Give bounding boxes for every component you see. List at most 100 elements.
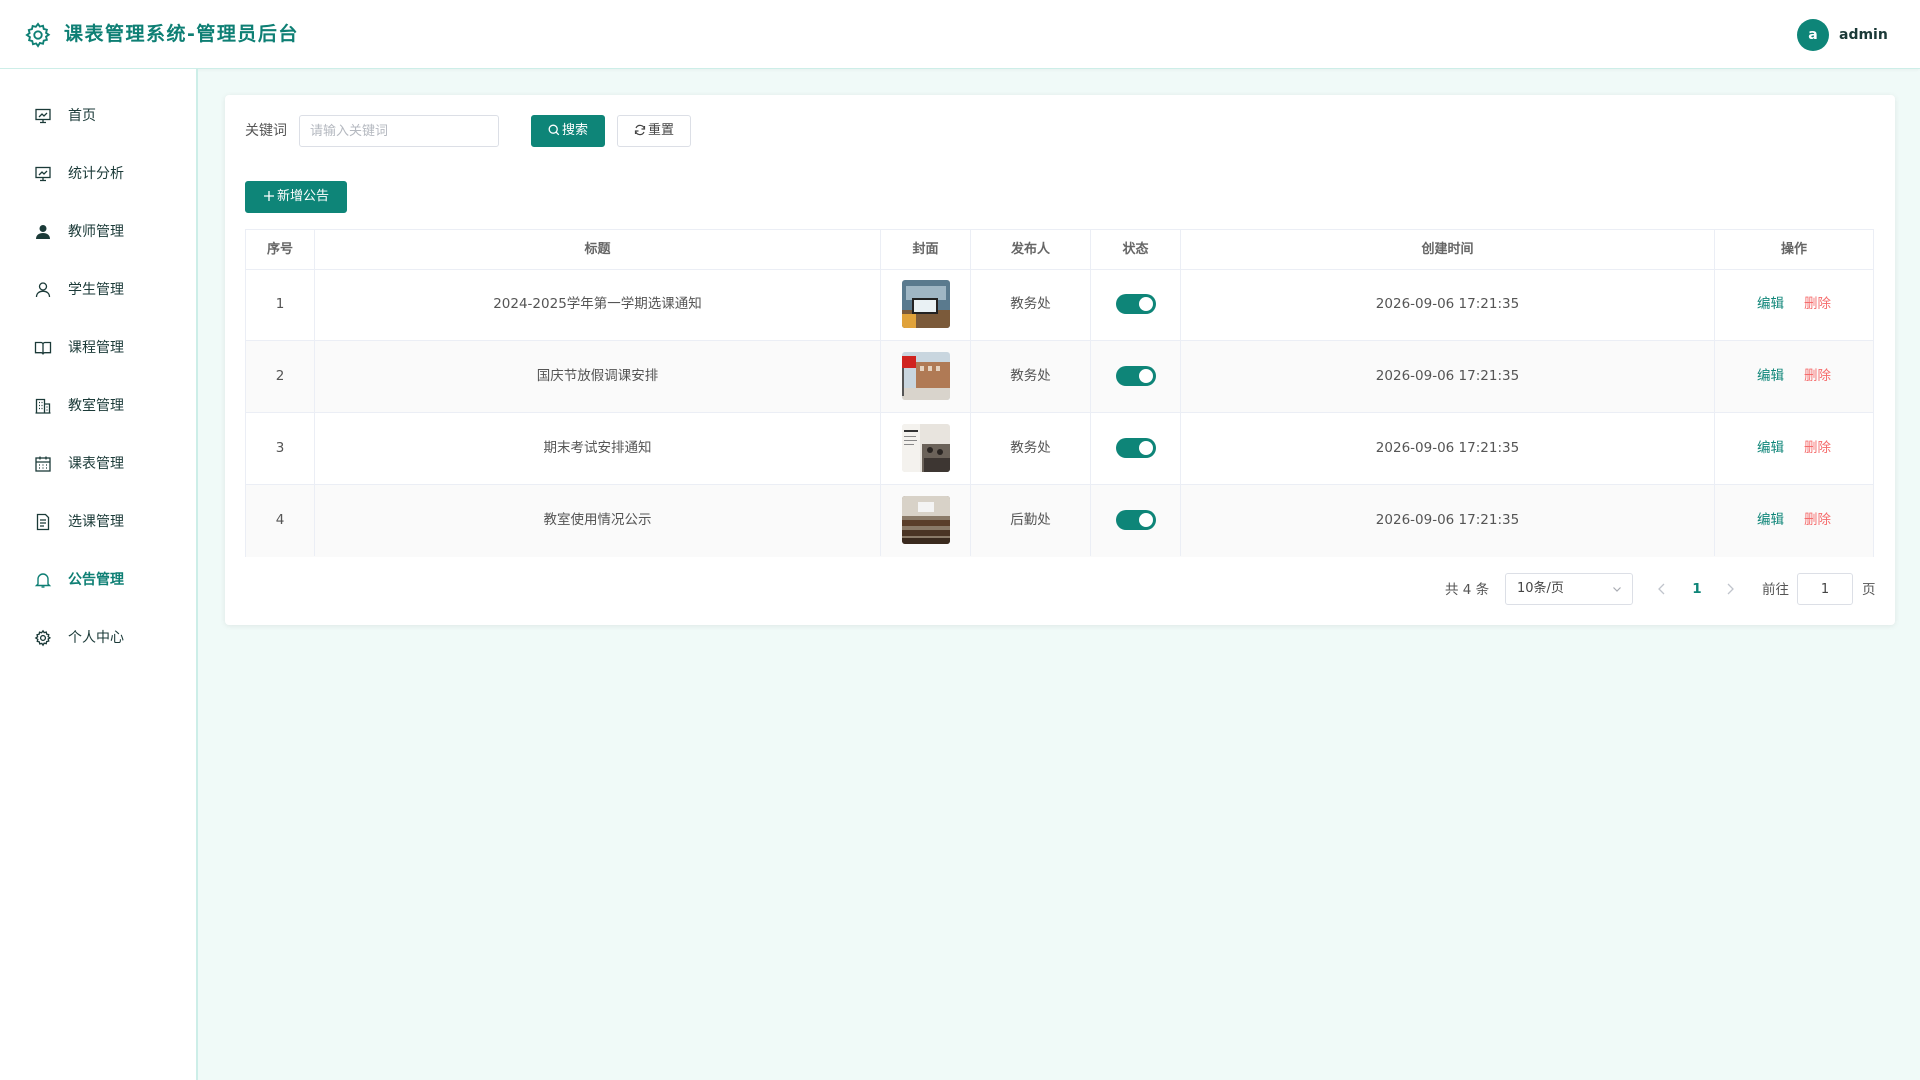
classroom-photo-thumbnail[interactable] [902,496,950,544]
cell-title: 国庆节放假调课安排 [315,341,881,412]
cell-status [1091,413,1181,484]
edit-link[interactable]: 编辑 [1757,512,1784,528]
sidebar-item-announcements[interactable]: 公告管理 [0,557,196,603]
delete-link[interactable]: 删除 [1804,512,1831,528]
edit-link[interactable]: 编辑 [1757,296,1784,312]
cell-created: 2026-09-06 17:21:35 [1181,485,1715,556]
cell-publisher: 教务处 [971,341,1091,412]
cell-created: 2026-09-06 17:21:35 [1181,269,1715,340]
sidebar-item-label: 统计分析 [68,166,124,182]
search-button[interactable]: 搜索 [531,115,605,147]
chevron-right-icon[interactable] [1724,582,1736,596]
username[interactable]: admin [1839,24,1888,46]
page-size-value: 10条/页 [1517,581,1564,596]
sidebar-item-profile[interactable]: 个人中心 [0,615,196,661]
cell-actions: 编辑 删除 [1715,413,1873,484]
reset-button[interactable]: 重置 [617,115,691,147]
document-icon [36,513,50,531]
edit-link[interactable]: 编辑 [1757,368,1784,384]
table-row: 3 期末考试安排通知 教务处 2026-09-06 17:21:35 编辑 删除 [246,413,1873,485]
sidebar-item-label: 选课管理 [68,514,124,530]
cell-status [1091,485,1181,556]
gear-icon [34,629,52,647]
add-announcement-button[interactable]: 新增公告 [245,181,347,213]
sidebar-item-statistics[interactable]: 统计分析 [0,151,196,197]
sidebar-item-students[interactable]: 学生管理 [0,267,196,313]
goto-label: 前往 [1762,582,1789,598]
cell-created: 2026-09-06 17:21:35 [1181,341,1715,412]
column-header-cover: 封面 [881,230,971,269]
toggle-knob [1139,513,1153,527]
column-header-status: 状态 [1091,230,1181,269]
cell-index: 3 [246,413,315,484]
top-header: 课表管理系统-管理员后台 a admin [0,0,1920,69]
gear-icon [25,22,51,48]
delete-link[interactable]: 删除 [1804,440,1831,456]
page-number-current[interactable]: 1 [1686,577,1708,601]
exam-hall-photo-thumbnail[interactable] [902,424,950,472]
table-row: 1 2024-2025学年第一学期选课通知 教务处 2026-09-06 17:… [246,269,1873,341]
search-icon [548,124,560,135]
toggle-knob [1139,297,1153,311]
sidebar-item-label: 公告管理 [68,572,124,588]
status-toggle[interactable] [1116,366,1156,386]
search-button-label: 搜索 [561,123,588,138]
cell-index: 4 [246,485,315,556]
delete-link[interactable]: 删除 [1804,368,1831,384]
status-toggle[interactable] [1116,510,1156,530]
column-header-index: 序号 [246,230,315,269]
delete-link[interactable]: 删除 [1804,296,1831,312]
column-header-actions: 操作 [1780,242,1807,257]
cell-status [1091,269,1181,340]
cell-title: 教室使用情况公示 [315,485,881,556]
table-row: 2 国庆节放假调课安排 教务处 2026-09-06 17:21:35 编辑 删除 [246,341,1873,413]
sidebar-item-label: 个人中心 [68,630,124,646]
toggle-knob [1139,441,1153,455]
flag-building-photo-thumbnail[interactable] [902,352,950,400]
cell-index: 1 [246,269,315,340]
chevron-down-icon [1613,587,1621,592]
sidebar-item-teachers[interactable]: 教师管理 [0,209,196,255]
sidebar-item-label: 教师管理 [68,224,124,240]
sidebar-item-courses[interactable]: 课程管理 [0,325,196,371]
sidebar-item-label: 教室管理 [68,398,124,414]
user-icon [35,282,51,298]
cell-actions: 编辑 删除 [1715,341,1873,412]
table-header: 序号 标题 封面 发布人 状态 创建时间 操作 [246,230,1873,270]
cell-cover [881,485,971,556]
sidebar: 首页 统计分析 教师管理 学生管理 课程管理 教室管理 课表管理 选课管理 公告… [0,69,198,1080]
add-button-label: 新增公告 [276,189,329,204]
user-filled-icon [36,225,50,239]
goto-suffix: 页 [1862,582,1876,598]
plus-icon [263,190,274,201]
announcements-table: 序号 标题 封面 发布人 状态 创建时间 操作 1 2024-2025学年第一学… [245,229,1874,557]
sidebar-item-label: 课程管理 [68,340,124,356]
edit-link[interactable]: 编辑 [1757,440,1784,456]
chevron-left-icon[interactable] [1656,582,1668,596]
cell-cover [881,341,971,412]
page-size-select[interactable]: 10条/页 [1505,573,1633,605]
table-row: 4 教室使用情况公示 后勤处 2026-09-06 17:21:35 编辑 删除 [246,485,1873,557]
refresh-icon [634,124,646,135]
goto-page-input[interactable] [1797,573,1853,605]
status-toggle[interactable] [1116,294,1156,314]
sidebar-item-label: 课表管理 [68,456,124,472]
cell-cover [881,413,971,484]
cell-title: 2024-2025学年第一学期选课通知 [315,269,881,340]
sidebar-item-enrollment[interactable]: 选课管理 [0,499,196,545]
avatar[interactable]: a [1797,19,1829,51]
keyword-input[interactable] [299,115,499,147]
cell-actions: 编辑 删除 [1715,269,1873,340]
sidebar-item-schedule[interactable]: 课表管理 [0,441,196,487]
cell-cover [881,269,971,340]
status-toggle[interactable] [1116,438,1156,458]
pagination-total: 共 4 条 [1445,582,1490,598]
toggle-knob [1139,369,1153,383]
presentation-icon [35,108,51,124]
cell-publisher: 教务处 [971,269,1091,340]
calendar-icon [35,456,51,472]
sidebar-item-home[interactable]: 首页 [0,93,196,139]
cell-status [1091,341,1181,412]
sidebar-item-classrooms[interactable]: 教室管理 [0,383,196,429]
laptop-photo-thumbnail[interactable] [902,280,950,328]
